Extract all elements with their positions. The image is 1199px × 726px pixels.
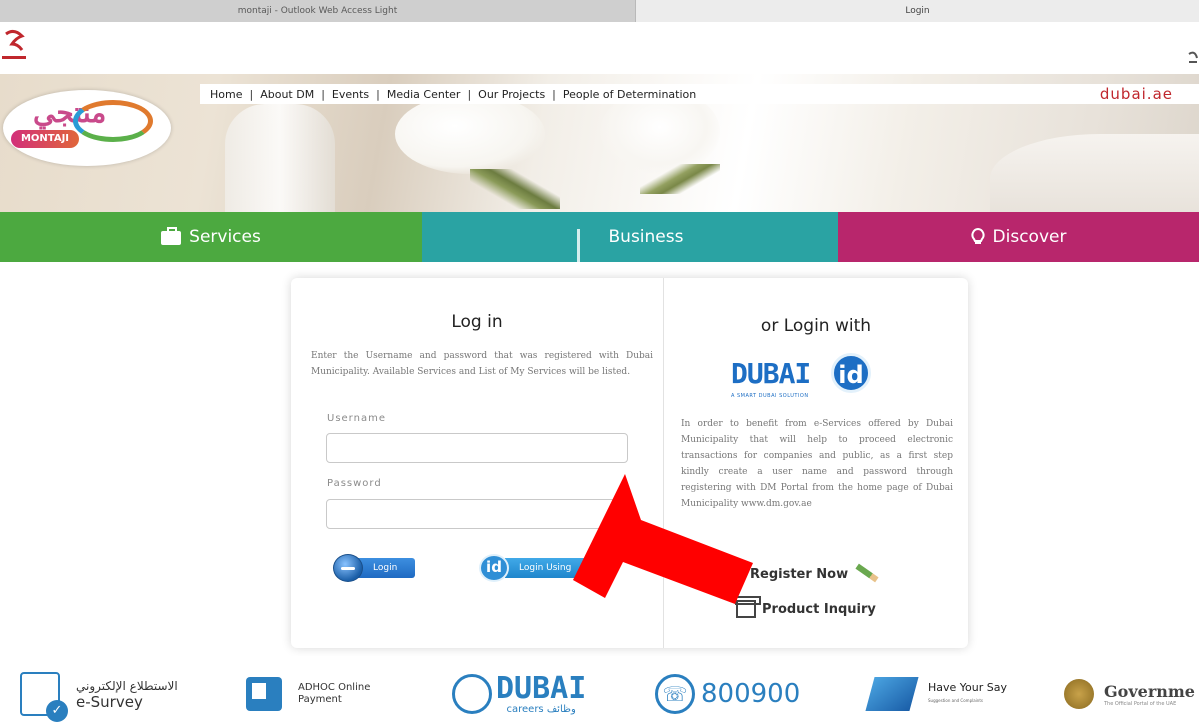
careers-logo-word: DUBAI	[496, 670, 587, 706]
category-services-label: Services	[189, 227, 261, 247]
login-title: Log in	[451, 312, 503, 332]
category-discover-label: Discover	[992, 227, 1067, 247]
nav-link-media-center[interactable]: Media Center	[387, 88, 461, 101]
hotline-number: 800900	[701, 679, 801, 709]
login-key-icon	[333, 554, 363, 582]
browser-tab-bar: montaji - Outlook Web Access Light Login	[0, 0, 1199, 22]
category-services[interactable]: Services	[0, 212, 422, 262]
login-button[interactable]: Login	[333, 554, 415, 582]
nav-link-home[interactable]: Home	[210, 88, 242, 101]
lightbulb-icon	[971, 228, 985, 244]
nav-link-people-of-determination[interactable]: People of Determination	[563, 88, 696, 101]
e-survey-label: e-Survey	[76, 693, 143, 711]
government-header	[0, 22, 1199, 74]
have-your-say-link[interactable]: Have Your Say Suggestion and Complaints	[865, 666, 1007, 722]
hotline-link[interactable]: ☏ 800900	[655, 666, 800, 722]
dubai-ae-logo[interactable]: dubai.ae	[1100, 85, 1173, 103]
nav-separator: |	[321, 87, 325, 101]
username-label: Username	[327, 413, 386, 424]
have-your-say-sub-label: Suggestion and Complaints	[928, 698, 983, 703]
adhoc-label-line2: Payment	[298, 694, 342, 705]
alt-login-title: or Login with	[760, 316, 872, 336]
username-field[interactable]	[326, 433, 628, 463]
envelope-check-icon	[865, 677, 919, 711]
careers-sub-label: careers وظائف	[506, 703, 576, 715]
browser-tab-outlook[interactable]: montaji - Outlook Web Access Light	[0, 0, 636, 22]
dubai-careers-link[interactable]: DUBAI careers وظائف	[452, 666, 586, 722]
e-survey-link[interactable]: الاستطلاع الإلكتروني e-Survey	[20, 666, 178, 722]
dubai-id-logo-word: DUBAI	[731, 357, 811, 390]
dubai-id-tagline: A SMART DUBAI SOLUTION	[731, 393, 809, 399]
montaji-logo[interactable]: منتجي MONTAJI	[3, 90, 171, 166]
montaji-swirl-icon	[73, 100, 153, 142]
careers-ring-icon	[452, 674, 492, 714]
category-business[interactable]: Business	[422, 212, 838, 283]
login-description: Enter the Username and password that was…	[311, 351, 653, 377]
government-portal-label: Governme	[1104, 681, 1195, 701]
uae-emblem-icon	[1064, 679, 1094, 709]
dubai-id-icon: id	[479, 554, 509, 582]
nav-separator: |	[552, 87, 556, 101]
montaji-latin-logo: MONTAJI	[11, 130, 79, 148]
hero-stem-image	[640, 164, 720, 194]
category-bar: Services Business Discover	[0, 212, 1199, 283]
hero-bottle-image	[225, 104, 335, 212]
browser-tab-login[interactable]: Login	[636, 0, 1199, 22]
dubai-government-logo-icon[interactable]	[2, 28, 26, 62]
government-portal-link[interactable]: Governme The Official Portal of the UAE	[1064, 666, 1195, 722]
register-now-link[interactable]: Register Now	[750, 563, 879, 583]
nav-separator: |	[376, 87, 380, 101]
nav-link-events[interactable]: Events	[332, 88, 369, 101]
password-label: Password	[327, 478, 382, 489]
product-inquiry-label: Product Inquiry	[762, 601, 876, 617]
footer-links: الاستطلاع الإلكتروني e-Survey ADHOC Onli…	[0, 656, 1199, 726]
category-discover[interactable]: Discover	[838, 212, 1199, 262]
hero-towel-image	[990, 134, 1199, 212]
briefcase-icon	[161, 227, 182, 245]
hero-stem-image	[470, 169, 560, 209]
e-survey-arabic-label: الاستطلاع الإلكتروني	[76, 679, 178, 693]
top-navigation: Home | About DM | Events | Media Center …	[200, 84, 1199, 104]
nav-separator: |	[467, 87, 472, 101]
government-arabic-logo-icon	[1188, 51, 1198, 63]
nav-link-about-dm[interactable]: About DM	[260, 88, 314, 101]
payment-terminal-icon	[246, 677, 282, 711]
adhoc-label-line1: ADHOC Online	[298, 682, 371, 693]
login-button-label: Login	[355, 558, 415, 578]
category-business-label: Business	[608, 227, 684, 247]
nav-link-our-projects[interactable]: Our Projects	[478, 88, 545, 101]
phone-icon: ☏	[655, 674, 695, 714]
dubai-id-logo[interactable]: DUBAI id A SMART DUBAI SOLUTION	[731, 353, 901, 403]
government-portal-sub-label: The Official Portal of the UAE	[1104, 700, 1177, 707]
pencil-icon	[855, 563, 879, 583]
bar-chart-icon	[576, 229, 601, 283]
survey-checklist-icon	[20, 672, 68, 722]
register-now-label: Register Now	[750, 567, 849, 582]
dubai-id-logo-badge: id	[831, 353, 871, 393]
adhoc-payment-link[interactable]: ADHOC Online Payment	[246, 666, 370, 722]
nav-separator: |	[249, 87, 254, 101]
hero-flower-image	[395, 94, 545, 174]
red-arrow-annotation-icon	[573, 474, 753, 604]
have-your-say-label: Have Your Say	[928, 681, 1007, 694]
